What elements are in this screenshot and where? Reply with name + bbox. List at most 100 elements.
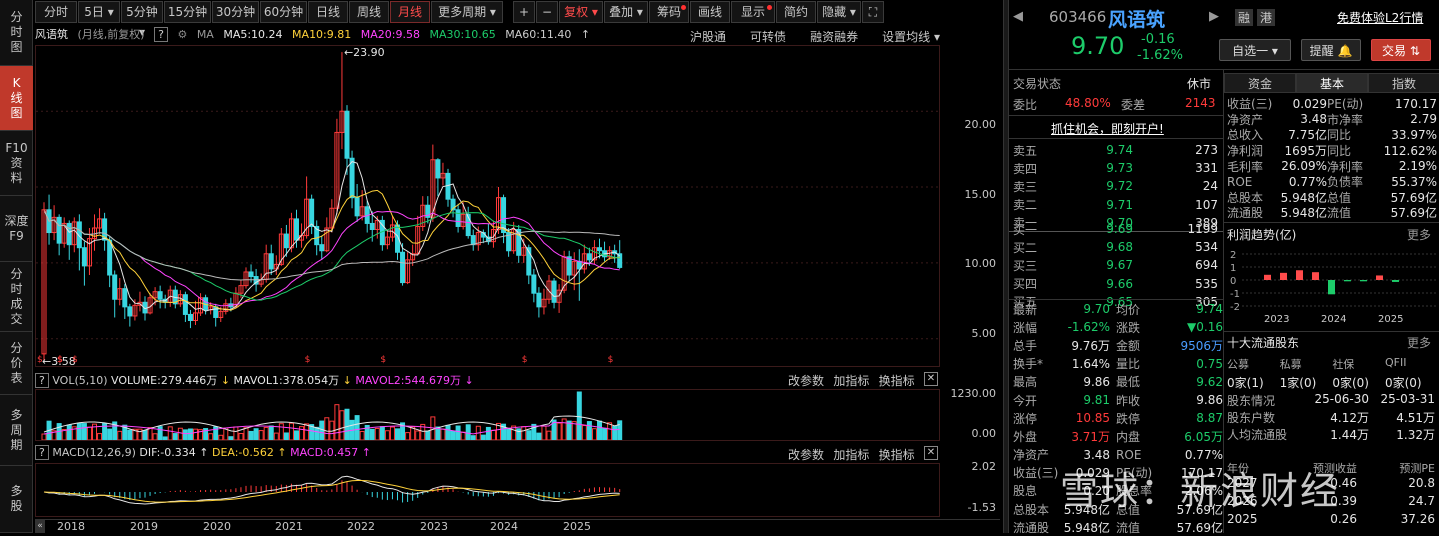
l2-promo-link[interactable]: 免费体验L2行情 [1337,9,1423,26]
help-icon[interactable]: ? [154,27,168,42]
left-tab-duozhouqi[interactable]: 多周期 [0,395,33,466]
tool-3[interactable]: 筹码 [649,1,689,23]
left-tab-f10[interactable]: F10 资料 [0,131,33,196]
quote-panel: ◀ 603466 风语筑 ▶ 融 港 免费体验L2行情 9.70 -0.16 -… [1009,0,1439,535]
alert-button[interactable]: 提醒 🔔 [1301,39,1361,61]
stat-value-2: 9.74 [1196,302,1223,317]
left-tab-shendu[interactable]: 深度 F9 [0,196,33,262]
vol-help-icon[interactable]: ? [35,373,49,388]
scroll-left-icon[interactable]: « [35,520,45,533]
ask-table: 卖五 9.74 273 卖四 9.73 331 卖三 9.72 24 卖二 9.71 107 卖一 9.7… [1013,141,1223,232]
ma-label: MA [196,28,214,41]
tool-5[interactable]: 显示 [731,1,775,23]
header-link-3[interactable]: 融资融券 [810,28,858,45]
candle-body [81,247,87,267]
volume-bar [536,432,542,441]
ask-row: 卖五 9.74 273 [1013,141,1223,159]
volume-bar [208,433,214,441]
header-link-1[interactable]: 沪股通 [690,28,726,45]
macd-link-3[interactable]: 换指标 [879,446,915,463]
dividend-marker: $ [57,355,63,365]
volume-bar [389,426,395,441]
candle-body [597,247,602,252]
period-2[interactable]: 5日 ▾ [78,1,120,23]
stat-label: 收益(三) [1013,466,1059,481]
volume-bar [142,429,148,441]
bid-price: 9.68 [1106,240,1133,255]
period-7[interactable]: 日线 [308,1,348,23]
macd-link-2[interactable]: 加指标 [833,446,869,463]
zoom-out-icon[interactable]: − [536,1,558,23]
forecast-pe: 37.26 [1400,512,1435,526]
ask-price: 9.72 [1106,179,1133,194]
volume-bar [314,426,320,441]
profit-more-link[interactable]: 更多 [1407,226,1431,243]
profit-bar [1376,275,1383,280]
period-3[interactable]: 5分钟 ▾ [121,1,163,39]
fin-label-2: 同比 [1327,128,1352,143]
vol-link-1[interactable]: 改参数 [788,372,824,389]
forward-arrow-icon[interactable]: ▶ [1209,9,1219,24]
candlestick-chart[interactable]: ←23.90←3.58$ $ $ $ $ $$ $ [36,46,941,368]
holder-type: 公募 [1227,358,1249,371]
stat-value-2: 9506万 [1180,338,1223,353]
header-link-4[interactable]: 设置均线 ▾ [882,28,940,45]
left-tab-fenshitu[interactable]: 分时图 [0,0,33,66]
stat-label: 流通股 [1013,520,1050,535]
volume-bar [506,428,512,441]
holder-count: 0家(0) [1332,376,1369,390]
price-change-pct: -1.62% [1137,48,1183,63]
fin-value-2: 170.17 [1395,96,1437,111]
macd-chart[interactable] [36,464,941,516]
back-arrow-icon[interactable]: ◀ [1013,9,1023,24]
left-tab-duo[interactable]: 多股 [0,466,33,533]
period-6[interactable]: 60分钟 [260,1,307,23]
candle-body [182,294,188,315]
volume-bar [516,428,522,441]
left-tab-fenjiabiao[interactable]: 分价表 [0,332,33,395]
period-10[interactable]: 更多周期 ▾ [431,1,503,23]
settings-icon[interactable]: ⚙ [177,28,187,41]
period-8[interactable]: 周线 [349,1,389,23]
tool-6[interactable]: 简约 [776,1,816,23]
header-link-2[interactable]: 可转债 [750,28,786,45]
myaxis-tick: -1.53 [967,501,996,514]
volume-bar [597,420,602,441]
pyaxis-tick: 5.00 [971,327,997,340]
volume-bar [177,427,183,441]
macd-link-1[interactable]: 改参数 [788,446,824,463]
vol-close-icon[interactable]: ✕ [923,372,938,386]
holder-type: 社保 [1332,358,1355,371]
volume-bar [374,427,380,441]
fin-label-2: 总值 [1327,190,1352,205]
fin-tab-1[interactable]: 资金 [1224,73,1296,93]
zoom-in-icon[interactable]: + [513,1,535,23]
vol-link-3[interactable]: 换指标 [879,372,915,389]
fin-tab-3[interactable]: 指数 [1368,73,1439,93]
tool-1[interactable]: 复权 ▾ [559,1,603,23]
holder-info-row: 人均流通股 1.44万 1.32万 [1227,426,1437,443]
profit-year: 2025 [1378,314,1403,325]
holders-more-link[interactable]: 更多 [1407,334,1431,351]
tool-7[interactable]: 隐藏 ▾ [817,1,861,23]
period-5[interactable]: 30分钟 [212,1,259,23]
tool-2[interactable]: 叠加 ▾ [604,1,648,23]
stat-value: 9.70 [1083,302,1111,317]
period-4[interactable]: 15分钟 [164,1,211,23]
vol-link-2[interactable]: 加指标 [833,372,869,389]
period-1[interactable]: 分时 [35,1,77,23]
watchlist-button[interactable]: 自选一 ▾ [1219,39,1291,61]
trade-button[interactable]: 交易 ⇅ [1371,39,1431,61]
fin-tab-2[interactable]: 基本 [1296,73,1368,93]
tool-4[interactable]: 画线 [690,1,730,23]
left-tab-kxiantu[interactable]: K线图 [0,66,33,131]
volume-chart[interactable] [36,390,941,441]
left-tab-fenshichengjiao[interactable]: 分时成交 [0,262,33,332]
left-tab-label-line: 资 [10,155,23,170]
fullscreen-icon[interactable]: ⛶ [862,1,884,23]
open-account-link[interactable]: 抓住机会，即刻开户! [1051,120,1164,137]
gang-badge: 港 [1257,9,1276,26]
macd-help-icon[interactable]: ? [35,445,49,460]
macd-close-icon[interactable]: ✕ [923,446,938,460]
period-9[interactable]: 月线 [390,1,430,23]
